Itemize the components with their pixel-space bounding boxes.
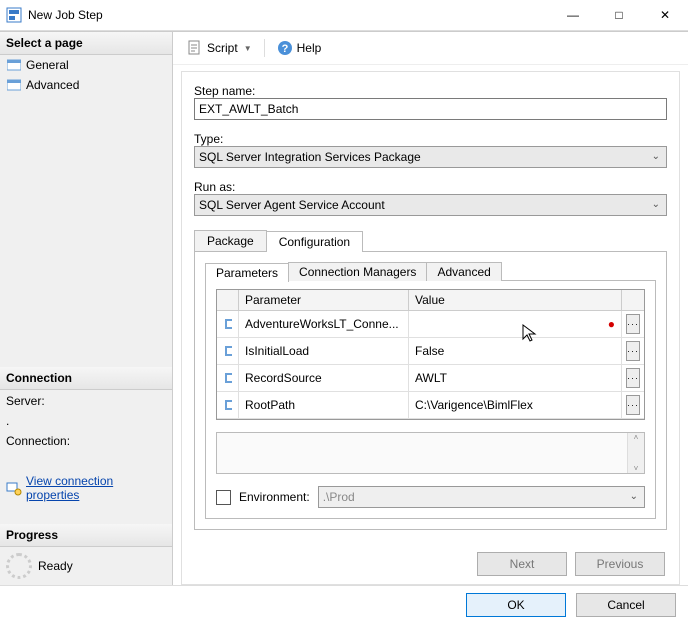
description-box: ˄ ˅ bbox=[216, 432, 645, 474]
scroll-up-icon: ˄ bbox=[628, 433, 644, 442]
tab-connection-managers[interactable]: Connection Managers bbox=[288, 262, 427, 281]
chevron-down-icon: ▼ bbox=[244, 44, 252, 53]
ok-button[interactable]: OK bbox=[466, 593, 566, 617]
parameter-grid: Parameter Value AdventureWorksLT_Conne..… bbox=[216, 289, 645, 420]
connection-value bbox=[0, 450, 172, 470]
close-button[interactable]: ✕ bbox=[642, 0, 688, 30]
server-value: . bbox=[0, 410, 172, 430]
environment-checkbox[interactable] bbox=[216, 490, 231, 505]
param-name: RecordSource bbox=[239, 365, 409, 392]
param-value: False bbox=[409, 338, 622, 365]
param-value: AWLT bbox=[409, 365, 622, 392]
error-icon: ● bbox=[608, 317, 615, 331]
progress-header: Progress bbox=[0, 524, 172, 547]
help-label: Help bbox=[297, 41, 322, 55]
svg-text:?: ? bbox=[281, 43, 288, 55]
parameter-row[interactable]: AdventureWorksLT_Conne... ● ··· bbox=[217, 311, 644, 338]
environment-value: .\Prod bbox=[323, 490, 355, 504]
page-icon bbox=[6, 77, 22, 93]
parameter-icon bbox=[217, 338, 239, 365]
chevron-down-icon: ⌄ bbox=[652, 199, 660, 210]
script-label: Script bbox=[207, 41, 238, 55]
chevron-down-icon: ⌄ bbox=[630, 491, 638, 502]
ellipsis-button[interactable]: ··· bbox=[626, 395, 640, 415]
tab-configuration-panel: Parameters Connection Managers Advanced … bbox=[194, 251, 667, 530]
grid-header-icon bbox=[217, 290, 239, 311]
dialog-footer: OK Cancel bbox=[0, 585, 688, 623]
connection-header: Connection bbox=[0, 367, 172, 390]
parameter-icon bbox=[217, 365, 239, 392]
chevron-down-icon: ⌄ bbox=[652, 151, 660, 162]
parameter-row[interactable]: RecordSource AWLT ··· bbox=[217, 365, 644, 392]
step-name-label: Step name: bbox=[194, 84, 667, 98]
scrollbar[interactable]: ˄ ˅ bbox=[627, 433, 644, 473]
select-page-header: Select a page bbox=[0, 32, 172, 55]
ellipsis-button[interactable]: ··· bbox=[626, 368, 640, 388]
sidebar-page-general[interactable]: General bbox=[0, 55, 172, 75]
sidebar-page-advanced[interactable]: Advanced bbox=[0, 75, 172, 95]
param-name: AdventureWorksLT_Conne... bbox=[239, 311, 409, 338]
type-combo[interactable]: SQL Server Integration Services Package … bbox=[194, 146, 667, 168]
progress-ring-icon bbox=[6, 553, 32, 579]
tab-parameters[interactable]: Parameters bbox=[205, 263, 289, 282]
parameters-panel: Parameter Value AdventureWorksLT_Conne..… bbox=[205, 280, 656, 519]
sidebar: Select a page General Advanced Connectio… bbox=[0, 32, 173, 585]
scroll-down-icon: ˅ bbox=[628, 464, 644, 473]
server-label: Server: bbox=[0, 390, 172, 410]
run-as-combo[interactable]: SQL Server Agent Service Account ⌄ bbox=[194, 194, 667, 216]
parameter-icon bbox=[217, 392, 239, 419]
param-value: C:\Varigence\BimlFlex bbox=[409, 392, 622, 419]
grid-header-parameter: Parameter bbox=[239, 290, 409, 311]
run-as-label: Run as: bbox=[194, 180, 667, 194]
next-button[interactable]: Next bbox=[477, 552, 567, 576]
parameter-row[interactable]: RootPath C:\Varigence\BimlFlex ··· bbox=[217, 392, 644, 419]
maximize-button[interactable]: □ bbox=[596, 0, 642, 30]
tab-package[interactable]: Package bbox=[194, 230, 267, 251]
toolbar-separator bbox=[264, 39, 265, 57]
page-icon bbox=[6, 57, 22, 73]
type-value: SQL Server Integration Services Package bbox=[199, 150, 421, 164]
minimize-button[interactable]: — bbox=[550, 0, 596, 30]
previous-button[interactable]: Previous bbox=[575, 552, 665, 576]
ellipsis-button[interactable]: ··· bbox=[626, 341, 640, 361]
step-name-input[interactable] bbox=[194, 98, 667, 120]
connection-icon bbox=[6, 480, 22, 496]
run-as-value: SQL Server Agent Service Account bbox=[199, 198, 385, 212]
script-icon bbox=[187, 40, 203, 56]
progress-status: Ready bbox=[38, 559, 73, 573]
script-button[interactable]: Script ▼ bbox=[183, 38, 256, 58]
environment-combo[interactable]: .\Prod ⌄ bbox=[318, 486, 645, 508]
app-icon bbox=[6, 7, 22, 23]
parameter-row[interactable]: IsInitialLoad False ··· bbox=[217, 338, 644, 365]
window-title: New Job Step bbox=[28, 8, 103, 22]
grid-header-value: Value bbox=[409, 290, 622, 311]
toolbar: Script ▼ ? Help bbox=[173, 32, 688, 65]
sidebar-page-label: Advanced bbox=[26, 78, 79, 92]
tab-advanced[interactable]: Advanced bbox=[426, 262, 501, 281]
help-icon: ? bbox=[277, 40, 293, 56]
type-label: Type: bbox=[194, 132, 667, 146]
content-area: Script ▼ ? Help Step name: Type: SQL Ser… bbox=[173, 32, 688, 585]
connection-sub-label: Connection: bbox=[0, 430, 172, 450]
cancel-button[interactable]: Cancel bbox=[576, 593, 676, 617]
param-name: IsInitialLoad bbox=[239, 338, 409, 365]
grid-header-action bbox=[622, 290, 644, 311]
param-name: RootPath bbox=[239, 392, 409, 419]
ellipsis-button[interactable]: ··· bbox=[626, 314, 640, 334]
tab-configuration[interactable]: Configuration bbox=[266, 231, 363, 252]
title-bar: New Job Step — □ ✕ bbox=[0, 0, 688, 31]
parameter-icon bbox=[217, 311, 239, 338]
sidebar-page-label: General bbox=[26, 58, 69, 72]
view-connection-properties-link[interactable]: View connection properties bbox=[26, 474, 166, 502]
help-button[interactable]: ? Help bbox=[273, 38, 326, 58]
environment-label: Environment: bbox=[239, 490, 310, 504]
